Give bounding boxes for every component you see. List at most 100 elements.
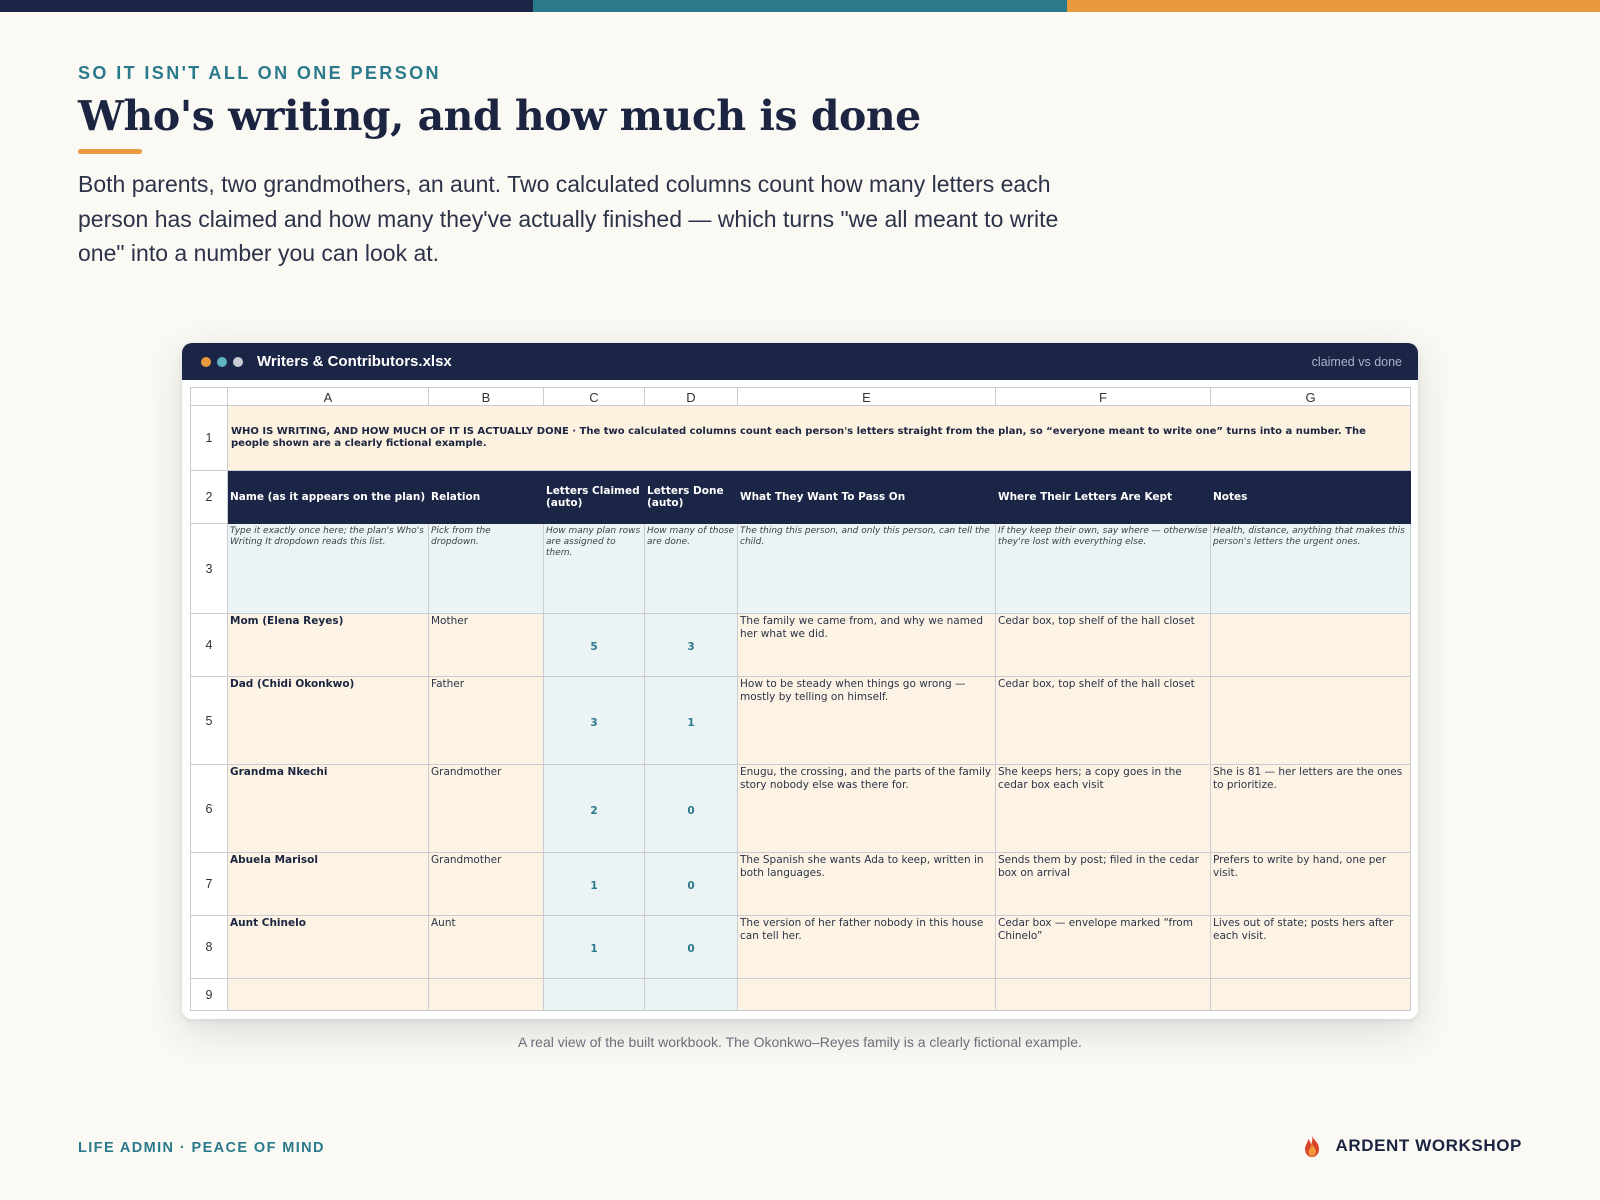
cell-kept[interactable]: Cedar box — envelope marked “from Chinel… [995,915,1211,979]
eyebrow: SO IT ISN'T ALL ON ONE PERSON [78,63,441,83]
top-bar-teal-segment [533,0,1067,12]
cell-claimed[interactable]: 5 [543,613,645,677]
row-number[interactable]: 5 [190,676,228,765]
empty-cell[interactable] [428,978,544,1011]
cell-notes[interactable]: She is 81 — her letters are the ones to … [1210,764,1411,853]
cell-name[interactable]: Abuela Marisol [227,852,429,916]
cell-done[interactable]: 0 [644,764,738,853]
hint-row: 3 Type it exactly once here; the plan's … [190,523,1411,614]
top-bar-orange-segment [1066,0,1600,12]
cell-pass-on[interactable]: The family we came from, and why we name… [737,613,996,677]
column-header-a[interactable]: A [227,387,429,406]
spreadsheet-grid: A B C D E F G 1 WHO IS WRITING, AND HOW … [190,387,1411,1011]
hint-cell[interactable]: Pick from the dropdown. [428,523,544,614]
brand-logo: ARDENT WORKSHOP [1301,1134,1522,1158]
empty-cell[interactable] [644,978,738,1011]
column-header-e[interactable]: E [737,387,996,406]
cell-name[interactable]: Grandma Nkechi [227,764,429,853]
header-row: 2 Name (as it appears on the plan) Relat… [190,470,1411,524]
row-number[interactable]: 4 [190,613,228,677]
cell-notes[interactable] [1210,676,1411,765]
cell-relation[interactable]: Father [428,676,544,765]
table-row: 4 Mom (Elena Reyes) Mother 5 3 The famil… [190,613,1411,677]
cell-pass-on[interactable]: Enugu, the crossing, and the parts of th… [737,764,996,853]
window-dot-grey[interactable] [233,356,243,367]
row-number[interactable]: 6 [190,764,228,853]
corner-cell[interactable] [190,387,228,406]
header-cell-claimed[interactable]: Letters Claimed (auto) [543,470,645,524]
title-underline [78,149,142,154]
intro-paragraph: Both parents, two grandmothers, an aunt.… [78,171,1059,266]
cell-kept[interactable]: She keeps hers; a copy goes in the cedar… [995,764,1211,853]
cell-claimed[interactable]: 1 [543,915,645,979]
cell-claimed[interactable]: 2 [543,764,645,853]
window-dot-orange[interactable] [201,356,211,367]
window-titlebar: Writers & Contributors.xlsx claimed vs d… [182,343,1418,380]
cell-kept[interactable]: Cedar box, top shelf of the hall closet [995,613,1211,677]
cell-kept[interactable]: Sends them by post; filed in the cedar b… [995,852,1211,916]
cell-name[interactable]: Aunt Chinelo [227,915,429,979]
row-number[interactable]: 2 [190,470,228,524]
header-cell-pass-on[interactable]: What They Want To Pass On [737,470,996,524]
cell-done[interactable]: 0 [644,915,738,979]
cell-relation[interactable]: Mother [428,613,544,677]
cell-relation[interactable]: Grandmother [428,764,544,853]
cell-kept[interactable]: Cedar box, top shelf of the hall closet [995,676,1211,765]
window-title: Writers & Contributors.xlsx [257,353,452,370]
empty-cell[interactable] [1210,978,1411,1011]
cell-relation[interactable]: Grandmother [428,852,544,916]
header-cell-name[interactable]: Name (as it appears on the plan) [227,470,429,524]
hint-cell[interactable]: The thing this person, and only this per… [737,523,996,614]
page-title: Who's writing, and how much is done [78,92,921,140]
header-cell-done[interactable]: Letters Done (auto) [644,470,738,524]
cell-notes[interactable] [1210,613,1411,677]
row-number[interactable]: 9 [190,978,228,1011]
column-header-c[interactable]: C [543,387,645,406]
table-row: 5 Dad (Chidi Okonkwo) Father 3 1 How to … [190,676,1411,765]
row-number[interactable]: 7 [190,852,228,916]
header-cell-relation[interactable]: Relation [428,470,544,524]
row-number[interactable]: 1 [190,405,228,471]
window-tag: claimed vs done [1311,354,1402,369]
column-header-g[interactable]: G [1210,387,1411,406]
brand-name: ARDENT WORKSHOP [1335,1136,1522,1155]
hint-cell[interactable]: Health, distance, anything that makes th… [1210,523,1411,614]
cell-done[interactable]: 3 [644,613,738,677]
row-number[interactable]: 8 [190,915,228,979]
cell-notes[interactable]: Prefers to write by hand, one per visit. [1210,852,1411,916]
hint-cell[interactable]: How many plan rows are assigned to them. [543,523,645,614]
empty-cell[interactable] [995,978,1211,1011]
header-cell-kept[interactable]: Where Their Letters Are Kept [995,470,1211,524]
table-row: 7 Abuela Marisol Grandmother 1 0 The Spa… [190,852,1411,916]
empty-cell[interactable] [737,978,996,1011]
cell-pass-on[interactable]: How to be steady when things go wrong — … [737,676,996,765]
banner-row: 1 WHO IS WRITING, AND HOW MUCH OF IT IS … [190,405,1411,471]
column-header-b[interactable]: B [428,387,544,406]
cell-done[interactable]: 1 [644,676,738,765]
cell-relation[interactable]: Aunt [428,915,544,979]
table-row: 6 Grandma Nkechi Grandmother 2 0 Enugu, … [190,764,1411,853]
empty-cell[interactable] [227,978,429,1011]
empty-cell[interactable] [543,978,645,1011]
column-header-row: A B C D E F G [190,387,1411,406]
cell-claimed[interactable]: 3 [543,676,645,765]
table-row: 8 Aunt Chinelo Aunt 1 0 The version of h… [190,915,1411,979]
hint-cell[interactable]: Type it exactly once here; the plan's Wh… [227,523,429,614]
cell-pass-on[interactable]: The version of her father nobody in this… [737,915,996,979]
hint-cell[interactable]: How many of those are done. [644,523,738,614]
cell-claimed[interactable]: 1 [543,852,645,916]
flame-icon [1305,1135,1320,1157]
window-dot-teal[interactable] [217,356,227,367]
cell-pass-on[interactable]: The Spanish she wants Ada to keep, writt… [737,852,996,916]
column-header-f[interactable]: F [995,387,1211,406]
cell-done[interactable]: 0 [644,852,738,916]
column-header-d[interactable]: D [644,387,738,406]
cell-notes[interactable]: Lives out of state; posts hers after eac… [1210,915,1411,979]
hint-cell[interactable]: If they keep their own, say where — othe… [995,523,1211,614]
cell-name[interactable]: Mom (Elena Reyes) [227,613,429,677]
empty-row: 9 [190,978,1411,1011]
row-number[interactable]: 3 [190,523,228,614]
cell-name[interactable]: Dad (Chidi Okonkwo) [227,676,429,765]
banner-cell[interactable]: WHO IS WRITING, AND HOW MUCH OF IT IS AC… [227,405,1411,471]
header-cell-notes[interactable]: Notes [1210,470,1411,524]
